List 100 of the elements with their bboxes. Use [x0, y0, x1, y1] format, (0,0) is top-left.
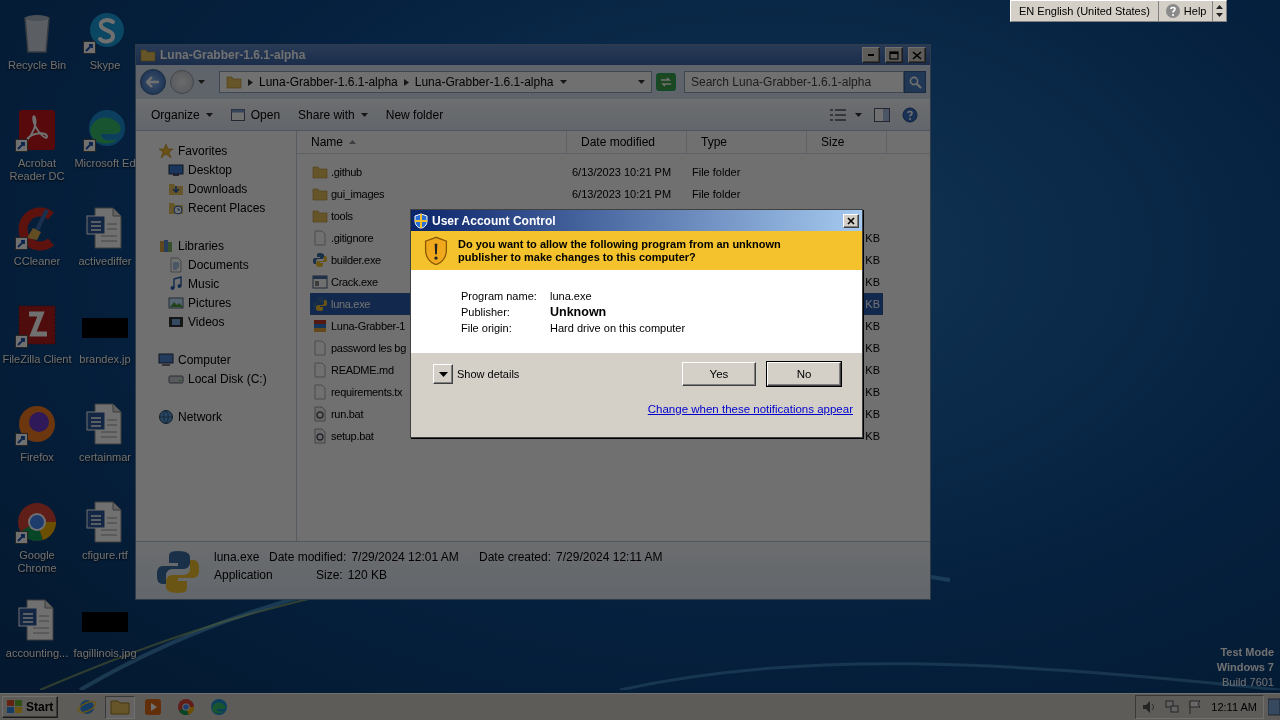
dropdown-caret-icon — [638, 80, 645, 84]
desktop-icon-label[interactable]: cfigure.rtf — [82, 549, 128, 562]
expand-button[interactable] — [433, 364, 453, 384]
field-value: Hard drive on this computer — [550, 321, 687, 334]
nav-item[interactable]: Downloads — [136, 179, 248, 198]
file-name[interactable]: luna.exe — [331, 298, 371, 310]
search-field[interactable]: Search Luna-Grabber-1.6.1-alpha — [684, 71, 904, 93]
down-triangle-icon — [438, 371, 448, 377]
file-name[interactable]: requirements.tx — [331, 386, 403, 398]
settings-link[interactable]: Change when these notifications appear — [647, 403, 853, 415]
field-value: Unknown — [550, 304, 608, 319]
file-name[interactable]: .gitignore — [331, 232, 374, 244]
nav-item[interactable]: Libraries — [136, 236, 225, 255]
nav-item[interactable]: Music — [136, 274, 220, 293]
help-button[interactable]: Help — [1157, 1, 1213, 21]
file-name[interactable]: run.bat — [331, 408, 364, 420]
folder-icon — [312, 186, 328, 202]
dialog-button[interactable]: Yes — [682, 362, 756, 386]
file-name[interactable]: password les bg — [331, 342, 406, 354]
field-label: Date modified: — [269, 550, 347, 564]
file-name[interactable]: tools — [331, 210, 353, 222]
file-size: KB — [865, 232, 880, 244]
file-date: 6/13/2023 10:21 PM — [572, 188, 672, 200]
folder-icon — [312, 208, 328, 224]
nav-item[interactable]: Network — [136, 407, 222, 426]
window-title: Luna-Grabber-1.6.1-alpha — [160, 48, 306, 62]
start-button[interactable]: Start — [2, 696, 59, 718]
file-size: KB — [865, 320, 880, 332]
menu-button[interactable]: Share with — [289, 103, 377, 127]
desktop-icon-label[interactable]: Google Chrome — [0, 549, 74, 575]
dialog-button[interactable]: No — [767, 362, 841, 386]
desktop-icon — [168, 161, 184, 178]
file-type: File folder — [692, 188, 741, 200]
taskbar-button[interactable] — [105, 695, 136, 719]
nav-item[interactable]: Pictures — [136, 293, 232, 312]
desktop-icon-label[interactable]: Skype — [89, 59, 121, 72]
computer-icon — [158, 351, 174, 368]
folder-icon — [226, 74, 242, 90]
file-size: KB — [865, 254, 880, 266]
program-window-icon — [312, 274, 328, 290]
desktop-icon-label[interactable]: Recycle Bin — [7, 59, 67, 72]
field-value: 7/29/2024 12:01 AM — [351, 550, 459, 564]
file-name[interactable]: builder.exe — [331, 254, 381, 266]
file-size: KB — [865, 364, 880, 376]
forward-button[interactable] — [170, 70, 194, 94]
breadcrumb[interactable]: Luna-Grabber-1.6.1-alpha — [259, 75, 398, 89]
file-icon — [312, 340, 328, 356]
clock: 12:11 AM — [1211, 701, 1257, 713]
file-name[interactable]: gui_images — [331, 188, 385, 200]
close-icon — [912, 50, 922, 60]
desktop-icon-label[interactable]: Firefox — [20, 451, 54, 464]
desktop-icon-label[interactable]: fagillinois.jpg — [73, 647, 137, 660]
new-folder-button[interactable]: New folder — [376, 103, 453, 127]
file-size: KB — [865, 342, 880, 354]
menu-button[interactable]: Organize — [142, 103, 222, 127]
file-name[interactable]: .github — [331, 166, 362, 178]
desktop-icon-label[interactable]: CCleaner — [13, 255, 61, 268]
nav-item[interactable]: Recent Places — [136, 198, 266, 217]
field-label: Publisher: — [461, 305, 511, 318]
caret-icon — [205, 113, 213, 117]
pictures-icon — [168, 294, 184, 311]
file-name[interactable]: README.md — [331, 364, 394, 376]
nav-item[interactable]: Local Disk (C:) — [136, 369, 267, 388]
desktop-icon-label[interactable]: Acrobat Reader DC — [0, 157, 74, 183]
nav-item[interactable]: Favorites — [136, 141, 228, 160]
desktop-icon-label[interactable]: activediffer — [78, 255, 132, 268]
language-indicator[interactable]: EN English (United States) — [1011, 5, 1158, 17]
close-button[interactable] — [843, 213, 859, 228]
maximize-button[interactable] — [885, 47, 903, 63]
desktop-icon-label[interactable]: accounting... — [5, 647, 69, 660]
open-button[interactable]: Open — [221, 103, 290, 127]
file-type: File folder — [692, 166, 741, 178]
nav-item[interactable]: Desktop — [136, 160, 233, 179]
minimize-icon — [868, 54, 874, 56]
build-info-text: Build 7601 — [1222, 675, 1274, 690]
windows-flag-icon — [7, 700, 23, 714]
minimize-button[interactable] — [862, 47, 880, 63]
file-name[interactable]: Crack.exe — [331, 276, 378, 288]
python-logo-icon — [154, 548, 202, 596]
address-bar[interactable]: Luna-Grabber-1.6.1-alpha Luna-Grabber-1.6.1-alpha — [219, 71, 652, 93]
file-name[interactable]: setup.bat — [331, 430, 374, 442]
search-button[interactable] — [904, 71, 926, 93]
desktop-icon-label[interactable]: certainmar — [79, 451, 131, 464]
flag-icon — [1188, 700, 1203, 714]
nav-item[interactable]: Documents — [136, 255, 249, 274]
desktop-icon-label[interactable]: FileZilla Client — [2, 353, 72, 366]
desktop-icon-label[interactable]: brandex.jp — [79, 353, 131, 366]
sort-arrow-icon — [349, 140, 356, 144]
field-label: Size: — [316, 568, 343, 582]
archive-icon — [312, 318, 328, 334]
dialog-question: Do you want to allow the following program from an unknown publisher to make changes to this computer? — [458, 237, 782, 264]
breadcrumb[interactable]: Luna-Grabber-1.6.1-alpha — [414, 75, 554, 89]
back-button[interactable] — [140, 69, 166, 95]
desktop-icon-label[interactable]: Microsoft Ed — [74, 157, 136, 170]
file-name[interactable]: Luna-Grabber-1 — [331, 320, 406, 332]
field-value: 120 KB — [347, 568, 388, 582]
nav-item[interactable]: Videos — [136, 312, 225, 331]
file-size: KB — [865, 298, 880, 310]
nav-item[interactable]: Computer — [136, 350, 231, 369]
back-arrow-icon — [146, 76, 160, 88]
